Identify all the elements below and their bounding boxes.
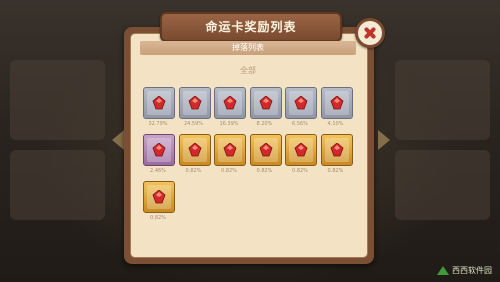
ruby-gem-icon xyxy=(188,143,201,157)
reward-item[interactable]: 6.56% xyxy=(285,87,317,127)
ruby-gem-icon xyxy=(259,96,272,110)
reward-frame xyxy=(143,87,175,119)
ruby-gem-icon xyxy=(223,143,237,157)
left-arrow-icon xyxy=(112,130,124,150)
filter-all-label: 全部 xyxy=(240,66,256,75)
reward-item[interactable]: 16.39% xyxy=(214,87,246,127)
dialog-title-plate: 命运卡奖励列表 xyxy=(160,12,342,42)
drop-rate-label: 0.82% xyxy=(327,168,344,174)
drop-list-title: 掉落列表 xyxy=(232,43,264,52)
drop-rate-label: 32.79% xyxy=(148,121,168,127)
reward-frame xyxy=(249,134,282,166)
drop-rate-label: 0.82% xyxy=(185,168,202,174)
reward-item[interactable]: 0.82% xyxy=(178,134,211,174)
drop-rate-label: 0.82% xyxy=(221,168,237,174)
background-card xyxy=(395,150,490,220)
watermark-text: 西西软件园 xyxy=(452,266,492,275)
drop-list-header: 掉落列表 xyxy=(140,41,356,55)
reward-frame xyxy=(320,134,353,166)
ruby-gem-icon xyxy=(294,143,308,157)
drop-rate-label: 16.39% xyxy=(219,121,239,127)
dialog-title: 命运卡奖励列表 xyxy=(205,20,297,34)
ruby-gem-icon xyxy=(152,143,166,157)
reward-item[interactable]: 0.82% xyxy=(249,134,282,174)
ruby-gem-icon xyxy=(152,96,166,110)
reward-item[interactable]: 24.59% xyxy=(178,87,211,127)
ruby-gem-icon xyxy=(330,96,343,110)
background-card xyxy=(10,150,105,220)
reward-item[interactable]: 4.10% xyxy=(320,87,353,127)
drop-rate-label: 0.82% xyxy=(292,168,308,174)
reward-item[interactable]: 0.82% xyxy=(320,134,353,174)
drop-rate-label: 2.46% xyxy=(150,168,166,174)
drop-rate-label: 0.82% xyxy=(150,215,166,221)
reward-frame xyxy=(249,87,282,119)
drop-rate-label: 6.56% xyxy=(292,121,308,127)
reward-frame xyxy=(214,134,246,166)
ruby-gem-icon xyxy=(223,96,237,110)
reward-frame xyxy=(178,134,211,166)
reward-frame xyxy=(285,134,317,166)
right-arrow-icon xyxy=(378,130,390,150)
reward-frame xyxy=(178,87,211,119)
drop-rate-label: 0.82% xyxy=(256,168,273,174)
reward-frame xyxy=(214,87,246,119)
background-card xyxy=(395,60,490,140)
reward-item[interactable]: 0.82% xyxy=(214,134,246,174)
reward-frame xyxy=(285,87,317,119)
ruby-gem-icon xyxy=(330,143,343,157)
reward-frame xyxy=(143,134,175,166)
drop-rate-label: 8.20% xyxy=(256,121,273,127)
ruby-gem-icon xyxy=(259,143,272,157)
ruby-gem-icon xyxy=(188,96,201,110)
reward-item[interactable]: 0.82% xyxy=(143,181,175,221)
reward-item[interactable]: 2.46% xyxy=(143,134,175,174)
background-card xyxy=(10,60,105,140)
reward-item[interactable]: 8.20% xyxy=(249,87,282,127)
reward-frame xyxy=(143,181,175,213)
ruby-gem-icon xyxy=(294,96,308,110)
watermark: 西西软件园 xyxy=(437,265,492,276)
reward-item[interactable]: 32.79% xyxy=(143,87,175,127)
close-button[interactable] xyxy=(355,18,385,48)
reward-frame xyxy=(320,87,353,119)
reward-item[interactable]: 0.82% xyxy=(285,134,317,174)
watermark-logo-icon xyxy=(437,266,449,275)
drop-rate-label: 24.59% xyxy=(183,121,204,127)
drop-rate-label: 4.10% xyxy=(327,121,344,127)
ruby-gem-icon xyxy=(152,190,166,204)
